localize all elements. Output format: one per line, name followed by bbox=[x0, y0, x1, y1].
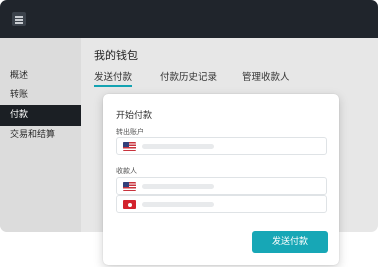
hamburger-menu-icon[interactable] bbox=[12, 12, 26, 26]
tab-send-payment[interactable]: 发送付款 bbox=[94, 69, 133, 87]
tab-payment-history[interactable]: 付款历史记录 bbox=[160, 69, 217, 83]
dialog-title: 开始付款 bbox=[116, 111, 153, 121]
top-bar bbox=[0, 0, 378, 38]
recipient-option-us[interactable] bbox=[116, 177, 327, 195]
hk-flag-icon bbox=[123, 200, 136, 209]
us-flag-icon bbox=[123, 182, 136, 191]
sidebar-item-transfer[interactable]: 转账 bbox=[0, 85, 81, 106]
sidebar-item-transactions[interactable]: 交易和结算 bbox=[0, 125, 81, 146]
payment-dialog: 开始付款 转出账户 收款人 发送付款 bbox=[103, 94, 339, 265]
recipient-placeholder bbox=[142, 202, 214, 207]
send-payment-button[interactable]: 发送付款 bbox=[252, 231, 328, 253]
tab-manage-recipients[interactable]: 管理收款人 bbox=[242, 69, 290, 83]
sidebar-item-payments[interactable]: 付款 bbox=[0, 105, 81, 126]
recipient-option-hk[interactable] bbox=[116, 195, 327, 213]
account-placeholder bbox=[142, 144, 214, 149]
recipient-placeholder bbox=[142, 184, 214, 189]
recipient-label: 收款人 bbox=[116, 167, 137, 175]
us-flag-icon bbox=[123, 142, 136, 151]
from-account-select[interactable] bbox=[116, 137, 327, 155]
sidebar: 概述 转账 付款 交易和结算 bbox=[0, 38, 81, 232]
from-account-label: 转出账户 bbox=[116, 128, 144, 136]
sidebar-item-overview[interactable]: 概述 bbox=[0, 66, 81, 87]
page-title: 我的钱包 bbox=[94, 49, 138, 62]
